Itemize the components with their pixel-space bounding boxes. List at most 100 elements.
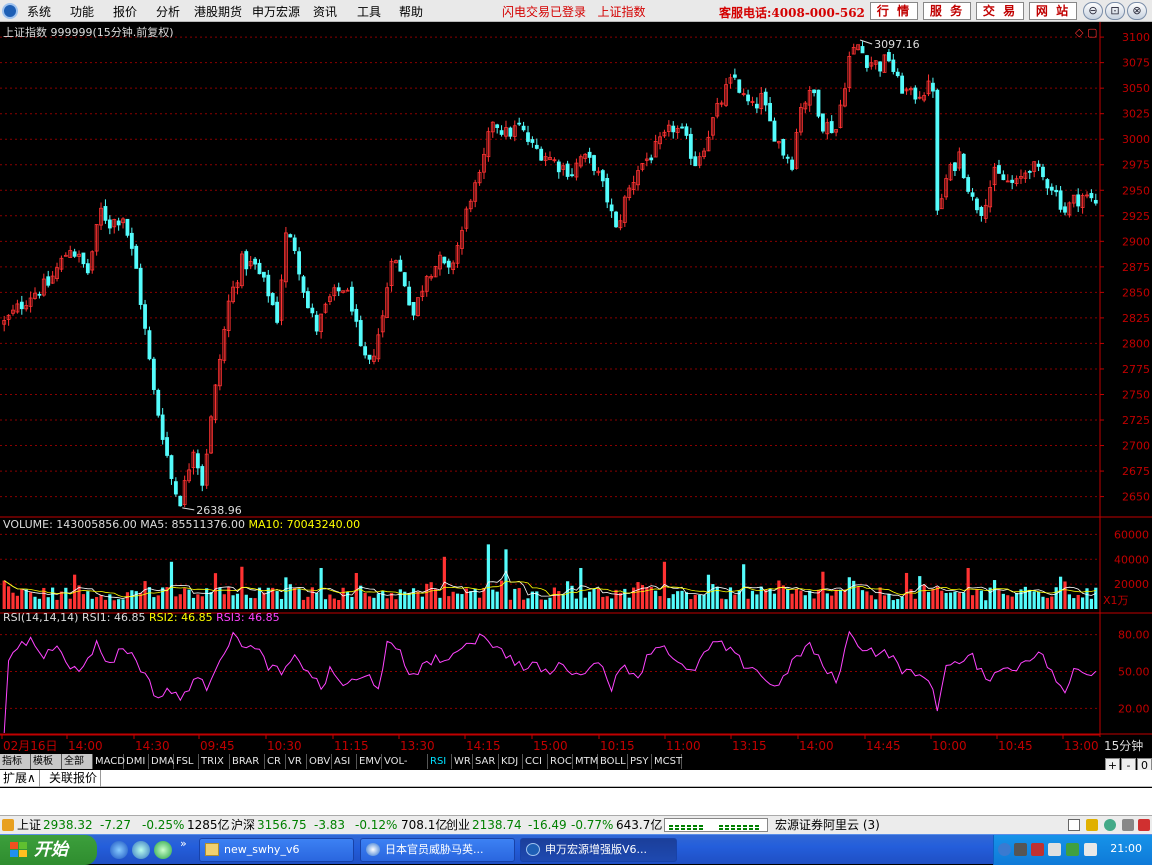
candle-body-45	[200, 466, 205, 486]
related-quotes-tab[interactable]: 关联报价	[46, 770, 102, 787]
volume-bar-170	[750, 590, 755, 609]
menu-info[interactable]: 资讯	[313, 3, 337, 20]
indicator-tab-roc[interactable]: ROC	[548, 754, 573, 769]
candle-body-8	[37, 293, 42, 296]
candle-body-136	[600, 170, 605, 182]
indicator-tab-kdj[interactable]: KDJ	[499, 754, 523, 769]
indicator-tab-指标[interactable]: 指标	[0, 754, 31, 769]
indicator-tab-macd[interactable]: MACD	[93, 754, 125, 769]
website-button[interactable]: 网 站	[1029, 2, 1077, 20]
indicator-tab-fsl[interactable]: FSL	[174, 754, 199, 769]
flash-index-text[interactable]: 上证指数	[597, 5, 645, 19]
swhy-app-icon	[526, 843, 540, 856]
volume-bar-131	[579, 567, 583, 609]
tray-monitor-icon[interactable]	[1014, 843, 1027, 856]
volume-bar-124	[548, 597, 552, 609]
candle-body-157	[693, 156, 698, 167]
volume-bar-3	[15, 595, 20, 609]
alert-icon[interactable]	[1138, 819, 1150, 831]
indicator-tab-mcst[interactable]: MCST	[652, 754, 682, 769]
task-browser[interactable]: 日本官员威胁马英...	[360, 838, 515, 862]
quicklaunch-more-icon[interactable]: »	[180, 837, 187, 850]
indicator-tab-sar[interactable]: SAR	[473, 754, 499, 769]
clock[interactable]: 21:00	[1110, 842, 1142, 855]
indicator-tab-emv[interactable]: EMV	[357, 754, 382, 769]
volume-bar-27	[121, 599, 125, 609]
tray-mail-icon[interactable]	[1048, 843, 1061, 856]
task-folder[interactable]: new_swhy_v6	[199, 838, 354, 862]
trade-button[interactable]: 交 易	[976, 2, 1024, 20]
desktop-icon[interactable]	[132, 841, 150, 859]
volume-bar-83	[367, 596, 372, 609]
y-tick-label-2800: 2800	[1122, 337, 1150, 350]
candle-body-177	[781, 139, 786, 156]
kline-chart[interactable]: 3100 3075 3050 3025 3000 2975 2950 2925 2900 2875…	[0, 22, 1152, 753]
indicator-tab-全部[interactable]: 全部	[62, 754, 93, 769]
menu-function[interactable]: 功能	[70, 3, 94, 20]
menu-hk-futures[interactable]: 港股期货	[194, 3, 242, 20]
task-swhy[interactable]: 申万宏源增强版V6...	[520, 838, 677, 862]
close-icon[interactable]: ⊗	[1127, 2, 1147, 20]
start-button[interactable]: 开始	[0, 835, 97, 865]
indicator-tab-mtm[interactable]: MTM	[573, 754, 598, 769]
server-name[interactable]: 宏源证券阿里云 (3)	[775, 817, 880, 834]
candle-body-202	[891, 59, 896, 72]
menu-analysis[interactable]: 分析	[156, 3, 180, 20]
tray-network-icon[interactable]	[1066, 843, 1079, 856]
app-logo-icon[interactable]	[2, 3, 18, 19]
browser-icon[interactable]	[154, 841, 172, 859]
volume-bar-77	[341, 587, 345, 609]
indicator-tab-asi[interactable]: ASI	[332, 754, 357, 769]
chart-title: 上证指数 999999(15分钟.前复权)	[3, 25, 174, 39]
cy-amount: 643.7亿	[616, 818, 663, 832]
x-tick-label-1: 14:00	[68, 739, 103, 753]
indicator-tab-brar[interactable]: BRAR	[230, 754, 265, 769]
market-button[interactable]: 行 情	[870, 2, 918, 20]
volume-bar-84	[372, 597, 376, 609]
candle-body-138	[609, 204, 614, 212]
note-icon[interactable]	[1086, 819, 1098, 831]
indicator-tab-cr[interactable]: CR	[265, 754, 286, 769]
restore-icon[interactable]: ⊡	[1105, 2, 1125, 20]
signal-icon[interactable]	[1104, 819, 1116, 831]
x-tick-label-0: 02月16日	[3, 739, 58, 753]
sh-value: 2938.32	[43, 818, 93, 832]
indicator-tab-obv[interactable]: OBV	[307, 754, 332, 769]
settings-icon[interactable]	[1122, 819, 1134, 831]
window-icon[interactable]	[1068, 819, 1080, 831]
indicator-tab-dmi[interactable]: DMI	[124, 754, 149, 769]
menu-system[interactable]: 系统	[27, 3, 51, 20]
volume-bar-52	[231, 595, 235, 609]
volume-bar-189	[834, 589, 838, 609]
y-tick-label-2900: 2900	[1122, 235, 1150, 248]
menu-help[interactable]: 帮助	[399, 3, 423, 20]
indicator-tab-wr[interactable]: WR	[452, 754, 473, 769]
ie-icon[interactable]	[110, 841, 128, 859]
tray-volume-icon[interactable]	[1084, 843, 1097, 856]
indicator-tab-模板[interactable]: 模板	[31, 754, 62, 769]
menu-quote[interactable]: 报价	[113, 3, 137, 20]
indicator-tab-psy[interactable]: PSY	[628, 754, 652, 769]
tray-expand-icon[interactable]	[998, 843, 1011, 856]
indicator-tab-dma[interactable]: DMA	[149, 754, 174, 769]
minimize-icon[interactable]: ⊖	[1083, 2, 1103, 20]
volume-bar-92	[407, 593, 411, 609]
tray-security-icon[interactable]	[1031, 843, 1044, 856]
indicator-tab-trix[interactable]: TRIX	[199, 754, 230, 769]
expand-tab[interactable]: 扩展∧	[0, 770, 40, 787]
x-tick-label-6: 13:30	[400, 739, 435, 753]
service-button[interactable]: 服 务	[923, 2, 971, 20]
volume-bar-247	[1089, 598, 1093, 609]
status-lock-icon[interactable]	[2, 819, 14, 831]
menu-swhy[interactable]: 申万宏源	[252, 3, 300, 20]
indicator-tab-vr[interactable]: VR	[286, 754, 307, 769]
candle-body-156	[688, 133, 693, 159]
menu-tools[interactable]: 工具	[357, 3, 381, 20]
indicator-tab-boll[interactable]: BOLL	[598, 754, 628, 769]
candle-body-233	[1027, 171, 1032, 173]
indicator-tab-vol-tdx[interactable]: VOL-TDX	[382, 754, 428, 782]
volume-bar-238	[1050, 596, 1054, 609]
volume-bar-153	[676, 591, 680, 609]
indicator-tab-rsi[interactable]: RSI	[428, 754, 452, 769]
indicator-tab-cci[interactable]: CCI	[523, 754, 548, 769]
